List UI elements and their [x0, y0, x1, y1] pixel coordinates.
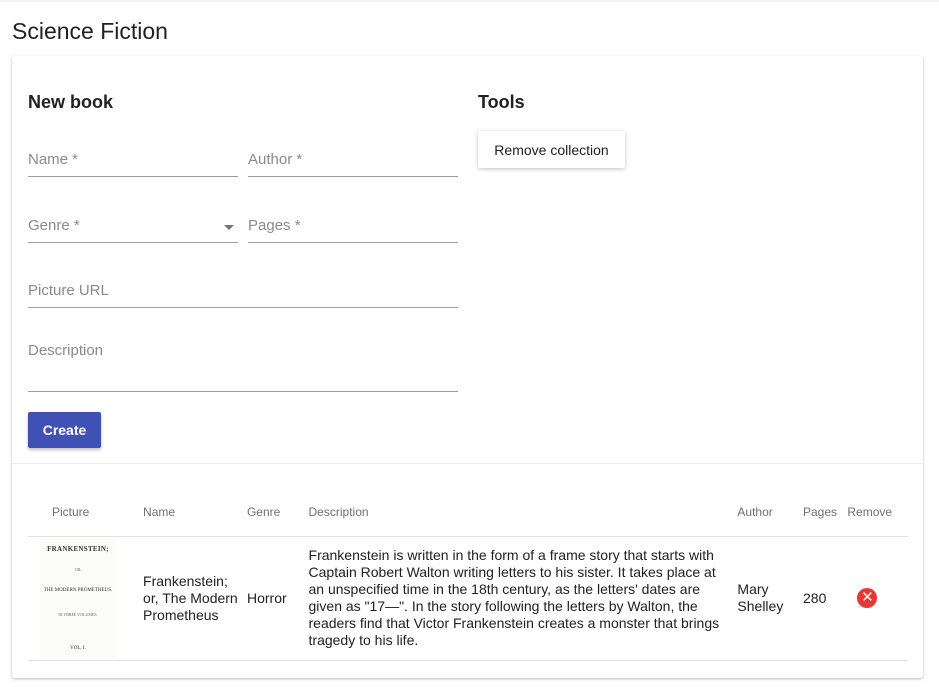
author-input[interactable] [248, 151, 458, 176]
name-input[interactable] [28, 151, 238, 176]
cell-genre: Horror [246, 536, 309, 661]
author-field[interactable] [248, 144, 458, 177]
header-name: Name [143, 488, 247, 537]
collection-card: New book Genre * Create Tools Remove col… [12, 56, 923, 678]
picture-url-input[interactable] [28, 282, 458, 307]
cell-pages: 280 [803, 536, 848, 661]
remove-collection-button[interactable]: Remove collection [478, 131, 625, 168]
cell-picture: FRANKENSTEIN; OR, THE MODERN PROMETHEUS.… [28, 536, 144, 661]
cell-author: Mary Shelley [737, 536, 803, 661]
cell-name: Frankenstein; or, The Modern Prometheus [143, 536, 247, 661]
page-title: Science Fiction [12, 18, 168, 44]
cover-title: FRANKENSTEIN; [47, 545, 109, 553]
table-row: FRANKENSTEIN; OR, THE MODERN PROMETHEUS.… [28, 536, 908, 661]
divider [12, 463, 923, 464]
genre-select[interactable]: Genre * [28, 210, 238, 243]
tools-heading: Tools [478, 92, 525, 112]
top-edge [0, 0, 939, 2]
cover-or: OR, [74, 567, 82, 572]
header-author: Author [737, 488, 803, 537]
book-cover-image: FRANKENSTEIN; OR, THE MODERN PROMETHEUS.… [40, 539, 116, 657]
header-picture: Picture [28, 488, 144, 537]
header-genre: Genre [246, 488, 309, 537]
description-input[interactable] [28, 338, 458, 386]
cover-volumes: IN THREE VOLUMES. [58, 612, 98, 617]
cell-description: Frankenstein is written in the form of a… [308, 536, 738, 661]
description-field[interactable] [28, 338, 458, 392]
cover-subtitle: THE MODERN PROMETHEUS. [43, 588, 113, 593]
table-header-row: Picture Name Genre Description Author Pa… [28, 488, 908, 537]
new-book-heading: New book [28, 92, 114, 112]
create-button[interactable]: Create [28, 412, 101, 448]
pages-input[interactable] [248, 217, 458, 242]
books-table: Picture Name Genre Description Author Pa… [28, 488, 908, 661]
close-circle-icon[interactable]: ✕ [857, 588, 878, 608]
header-description: Description [308, 488, 738, 537]
dropdown-arrow-icon[interactable] [224, 225, 234, 230]
picture-url-field[interactable] [28, 276, 458, 308]
name-field[interactable] [28, 144, 238, 177]
pages-field[interactable] [248, 210, 458, 243]
genre-label: Genre * [28, 217, 80, 234]
cell-remove: ✕ [847, 536, 908, 661]
cover-vol: VOL. I. [70, 646, 86, 651]
header-pages: Pages [803, 488, 848, 537]
header-remove: Remove [847, 488, 908, 537]
